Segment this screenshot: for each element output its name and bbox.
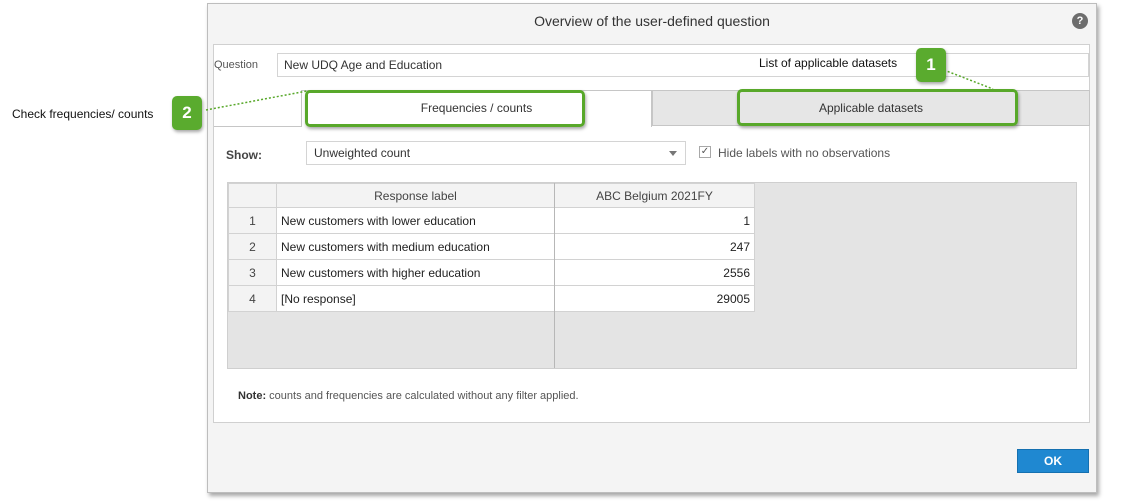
callout-text-1: List of applicable datasets bbox=[759, 56, 898, 70]
leader-line-1 bbox=[943, 69, 994, 90]
callout-leader-lines bbox=[205, 69, 994, 111]
leader-line-2 bbox=[205, 90, 308, 111]
callout-badge-1: 1 bbox=[916, 48, 946, 82]
callout-badge-2: 2 bbox=[172, 96, 202, 130]
screenshot-stage: Overview of the user-defined question ? … bbox=[0, 0, 1121, 502]
callout-text-2: Check frequencies/ counts bbox=[12, 107, 154, 121]
